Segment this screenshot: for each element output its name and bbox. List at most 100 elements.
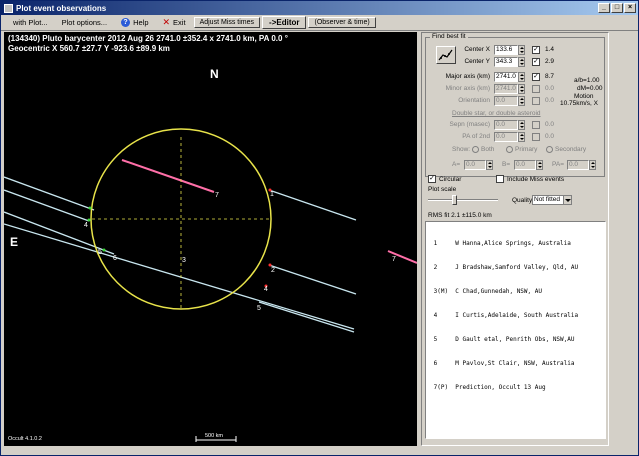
- chord-label: 3: [182, 257, 186, 264]
- help-icon: ?: [121, 18, 131, 27]
- major-axis-spinner[interactable]: [518, 72, 525, 82]
- b-label: B=: [502, 161, 511, 168]
- double-star-label: Double star, or double asteroid: [452, 110, 541, 117]
- major-axis-uncertainty: 8.7: [545, 73, 555, 80]
- pa2-spinner[interactable]: [518, 132, 525, 142]
- quality-select[interactable]: Not fitted: [532, 195, 572, 205]
- orientation-field[interactable]: 0.0: [494, 96, 518, 106]
- show-label: Show:: [452, 146, 471, 153]
- b-field[interactable]: 0.0: [514, 160, 536, 170]
- plot-header-line2: Geocentric X 560.7 ±27.7 Y -923.6 ±89.9 …: [8, 44, 170, 53]
- center-x-uncertainty: 1.4: [545, 46, 555, 53]
- exit-icon: ✕: [162, 17, 171, 27]
- plot-scale-label: Plot scale: [428, 186, 457, 193]
- pa-label: PA=: [552, 161, 564, 168]
- center-x-spinner[interactable]: [518, 45, 525, 55]
- orientation-spinner[interactable]: [518, 96, 525, 106]
- maximize-button[interactable]: □: [611, 3, 623, 13]
- center-y-field[interactable]: 343.3: [494, 57, 518, 67]
- major-axis-label: Major axis (km): [445, 73, 490, 80]
- chord-label: 7: [392, 256, 396, 263]
- pa2-field[interactable]: 0.0: [494, 132, 518, 142]
- menu-bar: with Plot... Plot options... ? Help ✕ Exit…: [1, 15, 638, 31]
- center-x-field[interactable]: 133.6: [494, 45, 518, 55]
- show-secondary-label: Secondary: [555, 146, 587, 153]
- adjust-miss-times-button[interactable]: Adjust Miss times: [193, 17, 261, 28]
- find-best-fit-title: Find best fit: [430, 33, 468, 40]
- occultation-plot[interactable]: 7 1 4 3 6 5 2 4 5 7 (134340) Pluto baryc…: [4, 32, 417, 446]
- menu-exit[interactable]: ✕ Exit: [157, 17, 192, 28]
- chord-label: 5: [98, 249, 102, 256]
- menu-plot-options[interactable]: Plot options...: [56, 17, 113, 28]
- plot-event-window: Plot event observations _ □ × with Plot.…: [0, 0, 639, 456]
- center-x-checkbox[interactable]: ✓: [532, 46, 540, 54]
- version-label: Occult 4.1.0.2: [8, 436, 42, 442]
- observer-list[interactable]: 1 W Hanna,Alice Springs, Australia 2 J B…: [425, 221, 606, 439]
- pa2-checkbox[interactable]: [532, 133, 540, 141]
- show-secondary-radio[interactable]: [546, 146, 553, 153]
- a-spinner[interactable]: [486, 160, 493, 170]
- find-fit-button[interactable]: [436, 46, 456, 64]
- include-miss-checkbox[interactable]: [496, 175, 504, 183]
- chevron-down-icon: [563, 196, 571, 204]
- rms-label: RMS fit 2.1 ±115.0 km: [428, 212, 492, 219]
- major-axis-checkbox[interactable]: ✓: [532, 73, 540, 81]
- pa-spinner[interactable]: [589, 160, 596, 170]
- major-axis-field[interactable]: 2741.0: [494, 72, 518, 82]
- editor-button[interactable]: ->Editor: [262, 16, 307, 29]
- list-item[interactable]: 1 W Hanna,Alice Springs, Australia: [430, 240, 601, 248]
- north-label: N: [210, 67, 219, 81]
- window-title: Plot event observations: [16, 3, 107, 13]
- event-marker: [87, 218, 91, 222]
- circular-checkbox[interactable]: ✓: [428, 175, 436, 183]
- show-primary-radio[interactable]: [506, 146, 513, 153]
- chord-line: [268, 264, 357, 295]
- menu-help[interactable]: ? Help: [115, 17, 154, 28]
- plot-scale-slider[interactable]: [452, 195, 457, 205]
- minor-axis-spinner[interactable]: [518, 84, 525, 94]
- prediction-chord: [121, 159, 215, 193]
- motion-label: Motion: [574, 93, 594, 100]
- list-item[interactable]: 4 I Curtis,Adelaide, South Australia: [430, 312, 601, 320]
- list-item[interactable]: 2 J Bradshaw,Samford Valley, Qld, AU: [430, 264, 601, 272]
- minor-axis-label: Minor axis (km): [445, 85, 490, 92]
- orientation-uncertainty: 0.0: [545, 97, 555, 104]
- minor-axis-uncertainty: 0.0: [545, 85, 555, 92]
- minor-axis-checkbox[interactable]: [532, 85, 540, 93]
- chord-label: 6: [113, 255, 117, 262]
- pa-field[interactable]: 0.0: [567, 160, 589, 170]
- sepn-spinner[interactable]: [518, 120, 525, 130]
- orientation-checkbox[interactable]: [532, 97, 540, 105]
- sepn-field[interactable]: 0.0: [494, 120, 518, 130]
- minor-axis-field[interactable]: 2741.0: [494, 84, 518, 94]
- chord-label: 2: [271, 267, 275, 274]
- center-y-spinner[interactable]: [518, 57, 525, 67]
- list-item[interactable]: 7(P) Prediction, Occult 13 Aug: [430, 384, 601, 392]
- plot-scale-track: [428, 199, 498, 201]
- b-spinner[interactable]: [536, 160, 543, 170]
- observer-time-button[interactable]: (Observer & time): [308, 17, 376, 28]
- list-item[interactable]: 5 D Gault etal, Penrith Obs, NSW,AU: [430, 336, 601, 344]
- close-button[interactable]: ×: [624, 3, 636, 13]
- pa2-label: PA of 2nd: [462, 133, 490, 140]
- center-y-checkbox[interactable]: ✓: [532, 58, 540, 66]
- app-icon: [4, 3, 13, 13]
- find-best-fit-group: Find best fit Center X 133.6 ✓ 1.4 Cente…: [425, 33, 605, 177]
- chord-label: 5: [257, 305, 261, 312]
- a-field[interactable]: 0.0: [464, 160, 486, 170]
- chord-label: 7: [215, 192, 219, 199]
- plot-header-line1: (134340) Pluto barycenter 2012 Aug 26 27…: [8, 34, 288, 43]
- chord-label: 1: [270, 191, 274, 198]
- sepn-checkbox[interactable]: [532, 121, 540, 129]
- show-both-radio[interactable]: [472, 146, 479, 153]
- minimize-button[interactable]: _: [598, 3, 610, 13]
- chord-line: [4, 211, 115, 255]
- center-y-label: Center Y: [464, 58, 490, 65]
- pa2-uncertainty: 0.0: [545, 133, 555, 140]
- list-item[interactable]: 3(M) C Chad,Gunnedah, NSW, AU: [430, 288, 601, 296]
- list-item[interactable]: 6 M Pavlov,St Clair, NSW, Australia: [430, 360, 601, 368]
- menu-with-plot[interactable]: with Plot...: [7, 17, 54, 28]
- fit-chart-icon: [438, 49, 453, 61]
- east-label: E: [10, 235, 19, 249]
- control-panel: Find best fit Center X 133.6 ✓ 1.4 Cente…: [421, 32, 609, 446]
